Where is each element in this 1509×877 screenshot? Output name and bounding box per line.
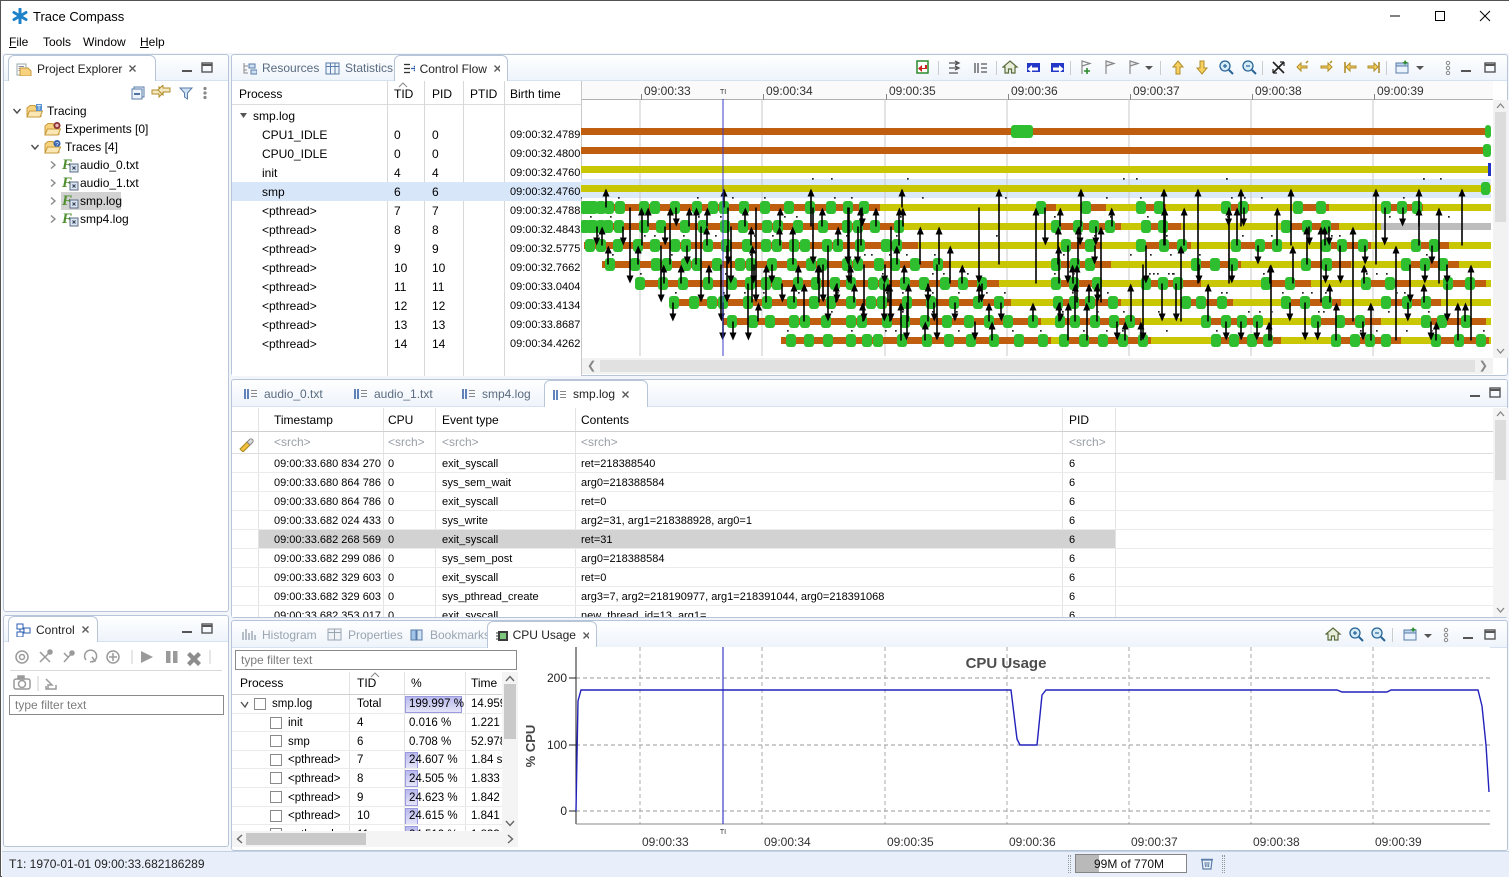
svg-text:09:00:34: 09:00:34 <box>764 835 811 849</box>
svg-text:T: T <box>37 105 42 112</box>
svg-text:0: 0 <box>560 804 567 818</box>
svg-text:09:00:38: 09:00:38 <box>1253 835 1300 849</box>
svg-text:09:00:39: 09:00:39 <box>1375 835 1422 849</box>
svg-text:TI: TI <box>720 829 726 836</box>
svg-text:09:00:36: 09:00:36 <box>1009 835 1056 849</box>
svg-text:?: ? <box>55 141 59 148</box>
svg-text:09:00:35: 09:00:35 <box>887 835 934 849</box>
svg-text:200: 200 <box>547 671 567 685</box>
svg-text:CPU Usage: CPU Usage <box>966 655 1047 672</box>
svg-text:% CPU: % CPU <box>523 725 538 768</box>
svg-text:100: 100 <box>547 738 567 752</box>
svg-text:09:00:37: 09:00:37 <box>1131 835 1178 849</box>
svg-text:09:00:33: 09:00:33 <box>642 835 689 849</box>
